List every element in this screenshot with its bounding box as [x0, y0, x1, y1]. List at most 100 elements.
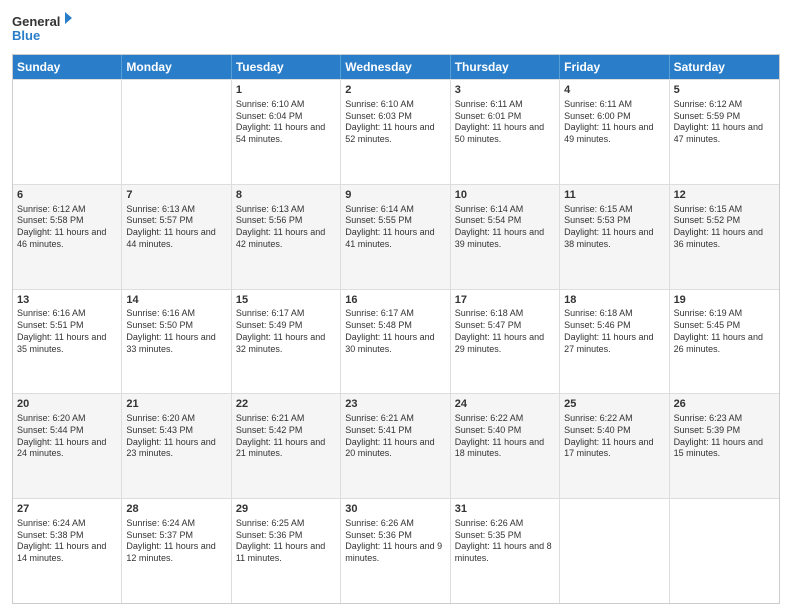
cal-cell-7: 6Sunrise: 6:12 AMSunset: 5:58 PMDaylight…: [13, 185, 122, 289]
cal-cell-27: 26Sunrise: 6:23 AMSunset: 5:39 PMDayligh…: [670, 394, 779, 498]
day-number: 25: [564, 397, 664, 412]
cal-cell-18: 17Sunrise: 6:18 AMSunset: 5:47 PMDayligh…: [451, 290, 560, 394]
cal-cell-6: 5Sunrise: 6:12 AMSunset: 5:59 PMDaylight…: [670, 80, 779, 184]
day-number: 18: [564, 293, 664, 308]
day-number: 23: [345, 397, 445, 412]
cal-cell-20: 19Sunrise: 6:19 AMSunset: 5:45 PMDayligh…: [670, 290, 779, 394]
day-number: 6: [17, 188, 117, 203]
cal-cell-2: 1Sunrise: 6:10 AMSunset: 6:04 PMDaylight…: [232, 80, 341, 184]
cal-cell-19: 18Sunrise: 6:18 AMSunset: 5:46 PMDayligh…: [560, 290, 669, 394]
cal-cell-16: 15Sunrise: 6:17 AMSunset: 5:49 PMDayligh…: [232, 290, 341, 394]
header-day-monday: Monday: [122, 55, 231, 79]
cell-info: Sunrise: 6:22 AMSunset: 5:40 PMDaylight:…: [564, 413, 664, 460]
cell-info: Sunrise: 6:21 AMSunset: 5:42 PMDaylight:…: [236, 413, 336, 460]
cell-info: Sunrise: 6:24 AMSunset: 5:37 PMDaylight:…: [126, 518, 226, 565]
cell-info: Sunrise: 6:26 AMSunset: 5:35 PMDaylight:…: [455, 518, 555, 565]
cell-info: Sunrise: 6:14 AMSunset: 5:55 PMDaylight:…: [345, 204, 445, 251]
day-number: 31: [455, 502, 555, 517]
cell-info: Sunrise: 6:16 AMSunset: 5:50 PMDaylight:…: [126, 308, 226, 355]
cell-info: Sunrise: 6:17 AMSunset: 5:48 PMDaylight:…: [345, 308, 445, 355]
cal-cell-22: 21Sunrise: 6:20 AMSunset: 5:43 PMDayligh…: [122, 394, 231, 498]
cal-cell-4: 3Sunrise: 6:11 AMSunset: 6:01 PMDaylight…: [451, 80, 560, 184]
cal-cell-29: 28Sunrise: 6:24 AMSunset: 5:37 PMDayligh…: [122, 499, 231, 603]
day-number: 10: [455, 188, 555, 203]
cell-info: Sunrise: 6:11 AMSunset: 6:01 PMDaylight:…: [455, 99, 555, 146]
calendar: SundayMondayTuesdayWednesdayThursdayFrid…: [12, 54, 780, 604]
day-number: 8: [236, 188, 336, 203]
cell-info: Sunrise: 6:21 AMSunset: 5:41 PMDaylight:…: [345, 413, 445, 460]
cal-cell-1: [122, 80, 231, 184]
header-day-saturday: Saturday: [670, 55, 779, 79]
day-number: 15: [236, 293, 336, 308]
svg-text:General: General: [12, 14, 60, 29]
day-number: 7: [126, 188, 226, 203]
cal-cell-33: [560, 499, 669, 603]
cell-info: Sunrise: 6:13 AMSunset: 5:57 PMDaylight:…: [126, 204, 226, 251]
cal-cell-13: 12Sunrise: 6:15 AMSunset: 5:52 PMDayligh…: [670, 185, 779, 289]
cal-cell-24: 23Sunrise: 6:21 AMSunset: 5:41 PMDayligh…: [341, 394, 450, 498]
day-number: 2: [345, 83, 445, 98]
cell-info: Sunrise: 6:17 AMSunset: 5:49 PMDaylight:…: [236, 308, 336, 355]
day-number: 26: [674, 397, 775, 412]
cell-info: Sunrise: 6:18 AMSunset: 5:46 PMDaylight:…: [564, 308, 664, 355]
cal-cell-15: 14Sunrise: 6:16 AMSunset: 5:50 PMDayligh…: [122, 290, 231, 394]
header-day-sunday: Sunday: [13, 55, 122, 79]
cell-info: Sunrise: 6:12 AMSunset: 5:58 PMDaylight:…: [17, 204, 117, 251]
cell-info: Sunrise: 6:18 AMSunset: 5:47 PMDaylight:…: [455, 308, 555, 355]
cell-info: Sunrise: 6:16 AMSunset: 5:51 PMDaylight:…: [17, 308, 117, 355]
cell-info: Sunrise: 6:11 AMSunset: 6:00 PMDaylight:…: [564, 99, 664, 146]
cal-cell-10: 9Sunrise: 6:14 AMSunset: 5:55 PMDaylight…: [341, 185, 450, 289]
day-number: 11: [564, 188, 664, 203]
week-row-2: 6Sunrise: 6:12 AMSunset: 5:58 PMDaylight…: [13, 184, 779, 289]
cal-cell-0: [13, 80, 122, 184]
day-number: 12: [674, 188, 775, 203]
calendar-header: SundayMondayTuesdayWednesdayThursdayFrid…: [13, 55, 779, 79]
cal-cell-12: 11Sunrise: 6:15 AMSunset: 5:53 PMDayligh…: [560, 185, 669, 289]
logo: General Blue: [12, 10, 72, 48]
cell-info: Sunrise: 6:15 AMSunset: 5:53 PMDaylight:…: [564, 204, 664, 251]
cal-cell-11: 10Sunrise: 6:14 AMSunset: 5:54 PMDayligh…: [451, 185, 560, 289]
cell-info: Sunrise: 6:19 AMSunset: 5:45 PMDaylight:…: [674, 308, 775, 355]
day-number: 13: [17, 293, 117, 308]
calendar-page: General Blue SundayMondayTuesdayWednesda…: [0, 0, 792, 612]
cal-cell-34: [670, 499, 779, 603]
header: General Blue: [12, 10, 780, 48]
week-row-5: 27Sunrise: 6:24 AMSunset: 5:38 PMDayligh…: [13, 498, 779, 603]
week-row-1: 1Sunrise: 6:10 AMSunset: 6:04 PMDaylight…: [13, 79, 779, 184]
cal-cell-17: 16Sunrise: 6:17 AMSunset: 5:48 PMDayligh…: [341, 290, 450, 394]
cell-info: Sunrise: 6:26 AMSunset: 5:36 PMDaylight:…: [345, 518, 445, 565]
day-number: 9: [345, 188, 445, 203]
cell-info: Sunrise: 6:23 AMSunset: 5:39 PMDaylight:…: [674, 413, 775, 460]
cal-cell-8: 7Sunrise: 6:13 AMSunset: 5:57 PMDaylight…: [122, 185, 231, 289]
cell-info: Sunrise: 6:10 AMSunset: 6:04 PMDaylight:…: [236, 99, 336, 146]
week-row-3: 13Sunrise: 6:16 AMSunset: 5:51 PMDayligh…: [13, 289, 779, 394]
day-number: 21: [126, 397, 226, 412]
cal-cell-31: 30Sunrise: 6:26 AMSunset: 5:36 PMDayligh…: [341, 499, 450, 603]
header-day-wednesday: Wednesday: [341, 55, 450, 79]
header-day-friday: Friday: [560, 55, 669, 79]
logo-svg: General Blue: [12, 10, 72, 48]
cell-info: Sunrise: 6:20 AMSunset: 5:43 PMDaylight:…: [126, 413, 226, 460]
cal-cell-5: 4Sunrise: 6:11 AMSunset: 6:00 PMDaylight…: [560, 80, 669, 184]
day-number: 1: [236, 83, 336, 98]
cell-info: Sunrise: 6:25 AMSunset: 5:36 PMDaylight:…: [236, 518, 336, 565]
day-number: 14: [126, 293, 226, 308]
cal-cell-26: 25Sunrise: 6:22 AMSunset: 5:40 PMDayligh…: [560, 394, 669, 498]
cell-info: Sunrise: 6:10 AMSunset: 6:03 PMDaylight:…: [345, 99, 445, 146]
day-number: 16: [345, 293, 445, 308]
cell-info: Sunrise: 6:15 AMSunset: 5:52 PMDaylight:…: [674, 204, 775, 251]
cal-cell-14: 13Sunrise: 6:16 AMSunset: 5:51 PMDayligh…: [13, 290, 122, 394]
cal-cell-32: 31Sunrise: 6:26 AMSunset: 5:35 PMDayligh…: [451, 499, 560, 603]
day-number: 24: [455, 397, 555, 412]
day-number: 19: [674, 293, 775, 308]
cal-cell-28: 27Sunrise: 6:24 AMSunset: 5:38 PMDayligh…: [13, 499, 122, 603]
week-row-4: 20Sunrise: 6:20 AMSunset: 5:44 PMDayligh…: [13, 393, 779, 498]
day-number: 20: [17, 397, 117, 412]
day-number: 3: [455, 83, 555, 98]
cell-info: Sunrise: 6:20 AMSunset: 5:44 PMDaylight:…: [17, 413, 117, 460]
calendar-body: 1Sunrise: 6:10 AMSunset: 6:04 PMDaylight…: [13, 79, 779, 603]
cell-info: Sunrise: 6:14 AMSunset: 5:54 PMDaylight:…: [455, 204, 555, 251]
cell-info: Sunrise: 6:24 AMSunset: 5:38 PMDaylight:…: [17, 518, 117, 565]
cal-cell-23: 22Sunrise: 6:21 AMSunset: 5:42 PMDayligh…: [232, 394, 341, 498]
cal-cell-21: 20Sunrise: 6:20 AMSunset: 5:44 PMDayligh…: [13, 394, 122, 498]
